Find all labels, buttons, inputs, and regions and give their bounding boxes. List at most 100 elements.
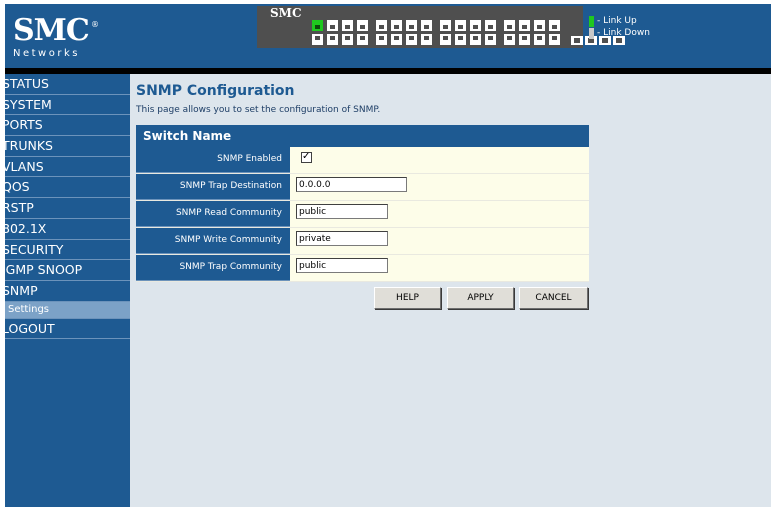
cancel-button[interactable]: CANCEL — [519, 287, 588, 309]
apply-button[interactable]: APPLY — [447, 287, 514, 309]
link-down-swatch — [589, 28, 594, 39]
sidebar-item-label: RSTP — [5, 200, 34, 216]
link-up-swatch — [589, 16, 594, 27]
port-26-icon — [504, 34, 515, 45]
sidebar-item-label: VLANS — [5, 158, 44, 174]
sidebar-item-label: Settings — [8, 303, 50, 315]
port-15-icon — [421, 20, 432, 31]
port-31-icon — [549, 20, 560, 31]
section-header: Switch Name — [136, 125, 589, 147]
port-7-icon — [357, 20, 368, 31]
field-label: SNMP Read Community — [136, 201, 290, 227]
sidebar-item-security[interactable]: SECURITY — [5, 240, 130, 261]
port-6-icon — [342, 34, 353, 45]
port-19-icon — [455, 20, 466, 31]
port-17-icon — [440, 20, 451, 31]
sidebar-item-label: QOS — [5, 179, 30, 195]
sidebar-item-8021x[interactable]: 802.1X — [5, 219, 130, 240]
port-2-icon — [312, 34, 323, 45]
sidebar-item-trunks[interactable]: TRUNKS — [5, 136, 130, 157]
field-value-cell — [290, 255, 589, 281]
port-22-icon — [470, 34, 481, 45]
sidebar-subitem-settings[interactable]: Settings — [5, 301, 130, 319]
port-1-icon — [312, 20, 323, 31]
port-18-icon — [440, 34, 451, 45]
port-8-icon — [357, 34, 368, 45]
logo-subtitle: Networks — [13, 48, 80, 59]
field-value-cell — [290, 201, 589, 227]
snmp-enabled-checkbox[interactable]: ✓ — [301, 151, 312, 163]
help-button[interactable]: HELP — [374, 287, 441, 309]
sidebar-item-label: LOGOUT — [5, 320, 55, 336]
sidebar-item-igmp-snoop[interactable]: IGMP SNOOP — [5, 260, 130, 281]
sidebar-item-label: IGMP SNOOP — [5, 262, 83, 278]
sidebar-item-label: SYSTEM — [5, 96, 52, 112]
field-label: SNMP Trap Community — [136, 255, 290, 281]
port-27-icon — [519, 20, 530, 31]
sfp-port-icon — [571, 36, 583, 45]
sidebar-item-logout[interactable]: LOGOUT — [5, 319, 130, 340]
sidebar-item-label: 802.1X — [5, 220, 47, 236]
switch-brand-label: SMC — [270, 6, 302, 20]
port-29-icon — [534, 20, 545, 31]
port-16-icon — [421, 34, 432, 45]
trap-destination-input[interactable] — [296, 177, 407, 192]
field-label: SNMP Write Community — [136, 228, 290, 254]
trap-community-input[interactable] — [296, 258, 388, 273]
sidebar-nav: STATUS SYSTEM PORTS TRUNKS VLANS QOS RST… — [5, 74, 130, 507]
port-20-icon — [455, 34, 466, 45]
sidebar-item-status[interactable]: STATUS — [5, 74, 130, 95]
row-trap-community: SNMP Trap Community — [136, 255, 589, 282]
sidebar-item-qos[interactable]: QOS — [5, 177, 130, 199]
field-value-cell — [290, 228, 589, 254]
field-label: SNMP Trap Destination — [136, 174, 290, 200]
port-11-icon — [391, 20, 402, 31]
sidebar-item-label: TRUNKS — [5, 138, 53, 154]
switch-front-panel: SMC — [257, 6, 625, 48]
port-23-icon — [485, 20, 496, 31]
port-28-icon — [519, 34, 530, 45]
main-content: SNMP Configuration This page allows you … — [130, 74, 771, 507]
port-9-icon — [376, 20, 387, 31]
logo-wordmark: SMC — [13, 13, 90, 48]
port-4-icon — [327, 34, 338, 45]
field-value-cell: ✓ — [290, 147, 589, 173]
port-21-icon — [470, 20, 481, 31]
check-mark-icon: ✓ — [302, 151, 311, 162]
smc-networks-logo: SMC ® Networks — [13, 13, 103, 60]
sidebar-item-label: SECURITY — [5, 241, 64, 257]
row-trap-destination: SNMP Trap Destination — [136, 174, 589, 201]
page-description: This page allows you to set the configur… — [136, 105, 381, 115]
port-14-icon — [406, 34, 417, 45]
sidebar-item-rstp[interactable]: RSTP — [5, 198, 130, 219]
read-community-input[interactable] — [296, 204, 388, 219]
sidebar-item-vlans[interactable]: VLANS — [5, 157, 130, 178]
write-community-input[interactable] — [296, 231, 388, 246]
action-buttons: HELP APPLY CANCEL — [374, 287, 589, 309]
sidebar-item-label: PORTS — [5, 117, 43, 133]
link-down-label: - Link Down — [597, 28, 650, 38]
sidebar-item-ports[interactable]: PORTS — [5, 115, 130, 137]
port-5-icon — [342, 20, 353, 31]
port-24-icon — [485, 34, 496, 45]
header-bar: SMC ® Networks SMC - Link Up - Link Down — [5, 4, 771, 70]
port-25-icon — [504, 20, 515, 31]
page-title: SNMP Configuration — [136, 83, 295, 99]
port-30-icon — [534, 34, 545, 45]
port-3-icon — [327, 20, 338, 31]
field-value-cell — [290, 174, 589, 200]
sidebar-item-snmp[interactable]: SNMP — [5, 281, 130, 302]
port-32-icon — [549, 34, 560, 45]
port-10-icon — [376, 34, 387, 45]
sidebar-item-system[interactable]: SYSTEM — [5, 95, 130, 116]
row-write-community: SNMP Write Community — [136, 228, 589, 255]
port-12-icon — [391, 34, 402, 45]
link-up-label: - Link Up — [597, 16, 637, 26]
logo-registered-mark: ® — [91, 20, 99, 29]
sidebar-item-label: SNMP — [5, 282, 38, 298]
row-snmp-enabled: SNMP Enabled ✓ — [136, 147, 589, 174]
port-13-icon — [406, 20, 417, 31]
sidebar-item-label: STATUS — [5, 76, 49, 91]
field-label: SNMP Enabled — [136, 147, 290, 173]
row-read-community: SNMP Read Community — [136, 201, 589, 228]
